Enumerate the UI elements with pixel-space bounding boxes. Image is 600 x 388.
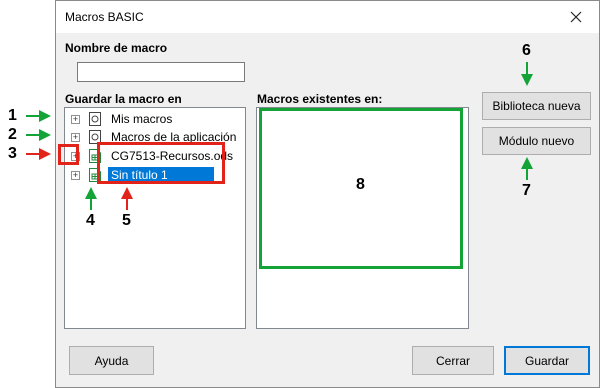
annotation-number-8: 8 xyxy=(356,176,365,193)
annotation-number-3: 3 xyxy=(8,145,17,162)
annotation-number-7: 7 xyxy=(522,182,531,199)
annotation-box-3 xyxy=(58,144,79,165)
annotation-number-4: 4 xyxy=(86,212,95,229)
annotation-number-5: 5 xyxy=(122,212,131,229)
annotation-box-5 xyxy=(97,142,225,184)
annotation-number-2: 2 xyxy=(8,126,17,143)
annotation-number-6: 6 xyxy=(522,42,531,59)
annotation-number-1: 1 xyxy=(8,107,17,124)
